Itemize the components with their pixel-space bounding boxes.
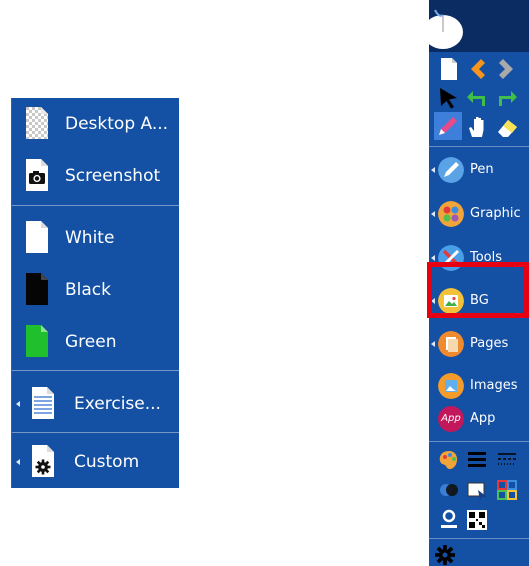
toolbar-divider: [429, 146, 529, 147]
menu-item-label: Black: [65, 280, 111, 300]
line-weight-icon[interactable]: [465, 448, 489, 472]
magnifier-icon[interactable]: [437, 508, 461, 532]
qr-code-icon[interactable]: [465, 508, 489, 532]
submenu-arrow-icon: [431, 211, 435, 217]
menu-item-desktop[interactable]: Desktop A...: [12, 98, 179, 150]
toolbar-item-app[interactable]: App: [470, 409, 495, 429]
pen-tool-selected[interactable]: [434, 112, 462, 140]
opacity-toggle-icon[interactable]: [437, 478, 461, 502]
toolbar-header: [429, 0, 529, 52]
lined-page-icon: [32, 387, 54, 419]
menu-item-label: Green: [65, 332, 117, 352]
menu-item-white[interactable]: White: [12, 212, 179, 264]
submenu-arrow-icon: [431, 298, 435, 304]
eraser-icon[interactable]: [495, 115, 519, 139]
menu-item-exercise[interactable]: Exercise...: [12, 378, 179, 430]
toolbar-divider: [429, 538, 529, 539]
menu-divider: [12, 432, 179, 433]
toolbar-divider: [429, 441, 529, 442]
toolbar-item-tools[interactable]: Tools: [470, 248, 502, 268]
submenu-arrow-icon: [431, 341, 435, 347]
black-page-icon: [26, 273, 48, 305]
white-page-icon: [26, 221, 48, 253]
line-style-icon[interactable]: [495, 448, 519, 472]
transparent-page-icon: [26, 107, 48, 139]
tools-icon[interactable]: [438, 245, 464, 271]
toolbar-item-pen[interactable]: Pen: [470, 160, 494, 180]
pages-icon[interactable]: [438, 331, 464, 357]
submenu-arrow-icon: [16, 459, 20, 465]
previous-page-icon[interactable]: [465, 57, 489, 81]
pencil-icon: [439, 117, 457, 135]
settings-gear-icon[interactable]: [433, 543, 457, 566]
image-icon[interactable]: [438, 288, 464, 314]
background-submenu: Desktop A... Screenshot White Black Gree…: [11, 98, 179, 488]
right-toolbar: Pen Graphic Tools BG Pages Images App Ap…: [429, 0, 529, 566]
menu-item-black[interactable]: Black: [12, 264, 179, 316]
pen-icon[interactable]: [438, 157, 464, 183]
menu-item-label: Exercise...: [74, 394, 161, 414]
color-palette-icon[interactable]: [437, 448, 461, 472]
palette-icon[interactable]: [438, 201, 464, 227]
menu-item-label: Screenshot: [65, 166, 161, 186]
green-page-icon: [26, 325, 48, 357]
toolbar-item-images[interactable]: Images: [470, 376, 518, 396]
images-icon[interactable]: [438, 373, 464, 399]
menu-divider: [12, 370, 179, 371]
menu-item-green[interactable]: Green: [12, 316, 179, 368]
toolbar-item-pages[interactable]: Pages: [470, 334, 508, 354]
menu-item-label: Custom: [74, 452, 140, 472]
layout-grid-icon[interactable]: [495, 478, 519, 502]
app-icon[interactable]: App: [438, 406, 464, 432]
toolbar-item-graphic[interactable]: Graphic: [470, 204, 521, 224]
screen-capture-icon[interactable]: [465, 478, 489, 502]
hand-icon[interactable]: [466, 115, 490, 139]
camera-icon: [26, 159, 48, 191]
redo-icon[interactable]: [495, 86, 519, 110]
next-page-icon[interactable]: [495, 57, 519, 81]
toolbar-item-bg[interactable]: BG: [470, 291, 489, 311]
menu-item-custom[interactable]: Custom: [12, 436, 179, 488]
submenu-arrow-icon: [16, 401, 20, 407]
mouse-icon[interactable]: [429, 2, 465, 50]
submenu-arrow-icon: [431, 255, 435, 261]
menu-item-label: Desktop A...: [65, 114, 169, 134]
gear-page-icon: [32, 445, 54, 477]
submenu-arrow-icon: [431, 167, 435, 173]
menu-item-label: White: [65, 228, 115, 248]
menu-divider: [12, 205, 179, 206]
new-page-icon[interactable]: [437, 57, 461, 81]
undo-icon[interactable]: [465, 86, 489, 110]
menu-item-screenshot[interactable]: Screenshot: [12, 150, 179, 202]
select-cursor-icon[interactable]: [437, 86, 461, 110]
